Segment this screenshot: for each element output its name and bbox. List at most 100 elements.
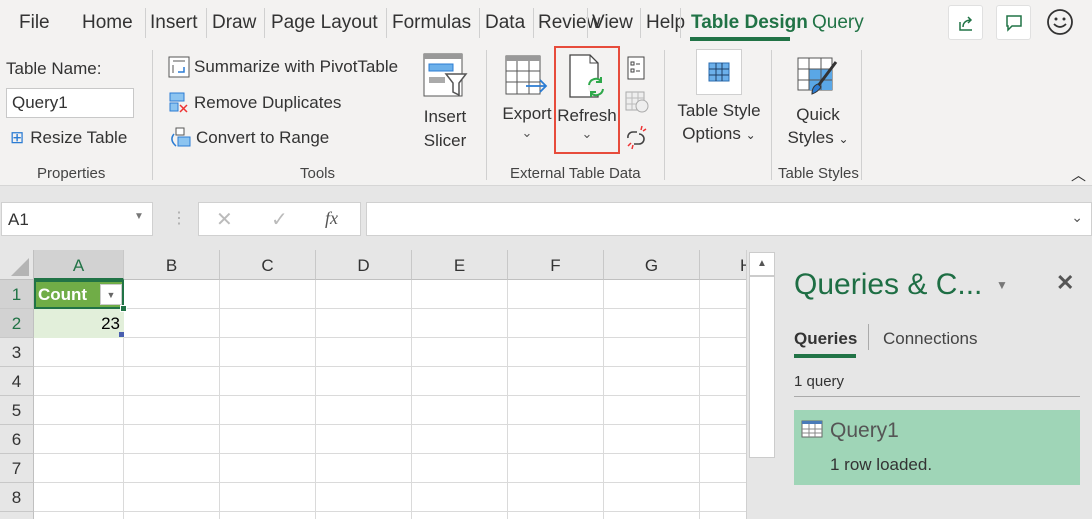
- share-button[interactable]: [948, 5, 983, 40]
- query-item[interactable]: Query1 1 row loaded.: [794, 410, 1080, 485]
- row-header-6[interactable]: 6: [0, 425, 34, 454]
- column-header-h[interactable]: H: [700, 250, 746, 280]
- tab-page-layout[interactable]: Page Layout: [271, 12, 378, 34]
- drag-handle-icon[interactable]: ⋮: [171, 208, 187, 228]
- table-globe-icon: [625, 91, 649, 113]
- comments-button[interactable]: [996, 5, 1031, 40]
- ribbon-tabs: File Home Insert Draw Page Layout Formul…: [0, 0, 1092, 46]
- tab-insert[interactable]: Insert: [150, 12, 198, 34]
- list-properties-icon: [627, 56, 645, 80]
- spreadsheet-grid[interactable]: A B C D E F G H 1 2 3 4 5 6 7 8 23 Count…: [0, 250, 746, 519]
- remove-duplicates-icon: [169, 92, 188, 113]
- formula-input[interactable]: ⌄: [366, 202, 1092, 236]
- ribbon: Table Name: ⊞ Resize Table Properties Su…: [0, 46, 1092, 186]
- tab-draw[interactable]: Draw: [212, 12, 256, 34]
- formula-bar-area: A1 ▼ ⋮ ✕ ✓ fx ⌄: [0, 186, 1092, 250]
- row-header-3[interactable]: 3: [0, 338, 34, 367]
- remove-duplicates-button[interactable]: Remove Duplicates: [168, 91, 341, 115]
- refresh-icon: [569, 54, 604, 98]
- close-pane-icon[interactable]: ✕: [1056, 270, 1074, 296]
- convert-range-icon: [171, 127, 191, 147]
- quick-styles-button[interactable]: Quick Styles ⌄: [780, 56, 856, 150]
- tab-queries[interactable]: Queries: [794, 329, 857, 349]
- tab-review[interactable]: Review: [538, 12, 600, 34]
- column-header-e[interactable]: E: [412, 250, 508, 280]
- column-header-b[interactable]: B: [124, 250, 220, 280]
- group-label-tools: Tools: [300, 165, 336, 182]
- refresh-button[interactable]: Refresh ⌄: [554, 46, 620, 154]
- row-header-2[interactable]: 2: [0, 309, 34, 338]
- column-header-c[interactable]: C: [220, 250, 316, 280]
- chevron-down-icon: ⌄: [521, 125, 533, 140]
- convert-to-range-button[interactable]: Convert to Range: [168, 126, 329, 150]
- chevron-down-icon: ⌄: [745, 128, 756, 142]
- queries-connections-pane: Queries & C... ▼ ✕ Queries Connections 1…: [778, 250, 1092, 519]
- feedback-button[interactable]: [1046, 8, 1074, 41]
- pivottable-icon: [168, 56, 190, 78]
- comment-icon: [1005, 14, 1022, 32]
- slicer-icon: [423, 53, 468, 97]
- group-label-table-styles: Table Styles: [778, 165, 859, 182]
- fill-handle[interactable]: [120, 305, 127, 312]
- smiley-icon: [1047, 9, 1073, 35]
- collapse-ribbon-icon[interactable]: ︿: [1071, 164, 1086, 185]
- export-icon: [505, 55, 548, 95]
- name-box[interactable]: A1 ▼: [1, 202, 153, 236]
- row-header-1[interactable]: 1: [0, 280, 34, 309]
- quick-styles-icon: [797, 57, 838, 95]
- active-tab-underline: [794, 354, 856, 358]
- pane-options-icon[interactable]: ▼: [996, 278, 1008, 292]
- table-name-label: Table Name:: [6, 59, 102, 78]
- insert-function-button[interactable]: fx: [325, 208, 338, 229]
- properties-small-button[interactable]: [626, 56, 646, 85]
- scroll-up-icon[interactable]: ▲: [749, 252, 775, 276]
- column-header-g[interactable]: G: [604, 250, 700, 280]
- share-icon: [958, 15, 972, 31]
- tab-formulas[interactable]: Formulas: [392, 12, 471, 34]
- resize-table-button[interactable]: ⊞ Resize Table: [10, 128, 127, 148]
- row-header-7[interactable]: 7: [0, 454, 34, 483]
- resize-table-icon: ⊞: [10, 128, 25, 147]
- unlink-button[interactable]: [624, 124, 650, 155]
- open-in-browser-button[interactable]: [624, 90, 650, 119]
- insert-slicer-button[interactable]: Insert Slicer: [414, 52, 476, 153]
- table-resize-handle[interactable]: [119, 332, 124, 337]
- group-label-external: External Table Data: [510, 165, 641, 182]
- table-style-options-button[interactable]: Table Style Options ⌄: [676, 49, 762, 146]
- column-header-d[interactable]: D: [316, 250, 412, 280]
- cell-a2[interactable]: 23: [34, 309, 124, 338]
- row-header-8[interactable]: 8: [0, 483, 34, 512]
- select-all-button[interactable]: [0, 250, 34, 280]
- query-count: 1 query: [794, 373, 845, 390]
- chevron-down-icon: ⌄: [581, 126, 593, 141]
- unlink-icon: [627, 125, 647, 150]
- tab-view[interactable]: View: [592, 12, 633, 34]
- scrollbar-thumb[interactable]: [749, 276, 775, 458]
- table-name-input[interactable]: [6, 88, 134, 118]
- enter-check-icon[interactable]: ✓: [271, 207, 288, 232]
- select-all-icon: [11, 258, 29, 276]
- cancel-icon[interactable]: ✕: [216, 207, 233, 232]
- table-icon: [801, 420, 823, 438]
- query-name: Query1: [830, 419, 899, 442]
- row-header-4[interactable]: 4: [0, 367, 34, 396]
- export-button[interactable]: Export ⌄: [498, 54, 556, 141]
- tab-home[interactable]: Home: [82, 12, 133, 34]
- query-status: 1 row loaded.: [830, 455, 933, 474]
- tab-data[interactable]: Data: [485, 12, 525, 34]
- column-header-a[interactable]: A: [34, 250, 124, 280]
- filter-dropdown-button[interactable]: ▼: [100, 284, 122, 305]
- cell-a1[interactable]: Count ▼: [34, 280, 127, 312]
- tab-table-design[interactable]: Table Design: [691, 12, 808, 34]
- tab-file[interactable]: File: [19, 12, 50, 34]
- vertical-scrollbar[interactable]: ▲: [746, 250, 776, 519]
- tab-query[interactable]: Query: [812, 12, 864, 34]
- tab-connections[interactable]: Connections: [883, 329, 978, 349]
- expand-formula-icon[interactable]: ⌄: [1071, 209, 1083, 226]
- summarize-pivottable-button[interactable]: Summarize with PivotTable: [168, 56, 398, 78]
- row-header-5[interactable]: 5: [0, 396, 34, 425]
- column-header-f[interactable]: F: [508, 250, 604, 280]
- table-style-icon: [708, 62, 730, 82]
- pane-title: Queries & C...: [794, 268, 983, 301]
- dropdown-arrow-icon: ▼: [134, 211, 144, 222]
